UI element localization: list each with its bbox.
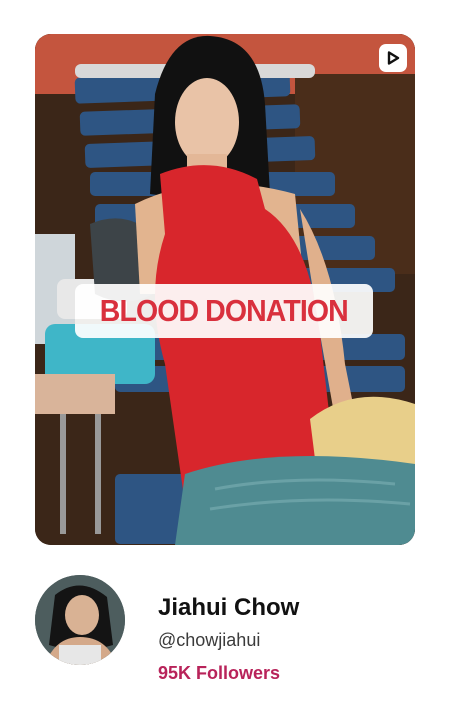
profile-handle[interactable]: @chowjiahui	[158, 630, 260, 651]
post-caption-overlay: BLOOD DONATION	[75, 284, 373, 338]
avatar[interactable]	[35, 575, 125, 665]
profile-name[interactable]: Jiahui Chow	[158, 594, 299, 622]
play-video-icon[interactable]	[379, 44, 407, 72]
avatar-image	[35, 575, 125, 665]
post-caption-text: BLOOD DONATION	[99, 293, 349, 328]
post-media-card[interactable]: BLOOD DONATION	[35, 34, 415, 545]
profile-section: Jiahui Chow @chowjiahui 95K Followers	[35, 575, 415, 683]
play-triangle-icon	[387, 51, 400, 65]
follower-count: 95K Followers	[158, 663, 281, 683]
